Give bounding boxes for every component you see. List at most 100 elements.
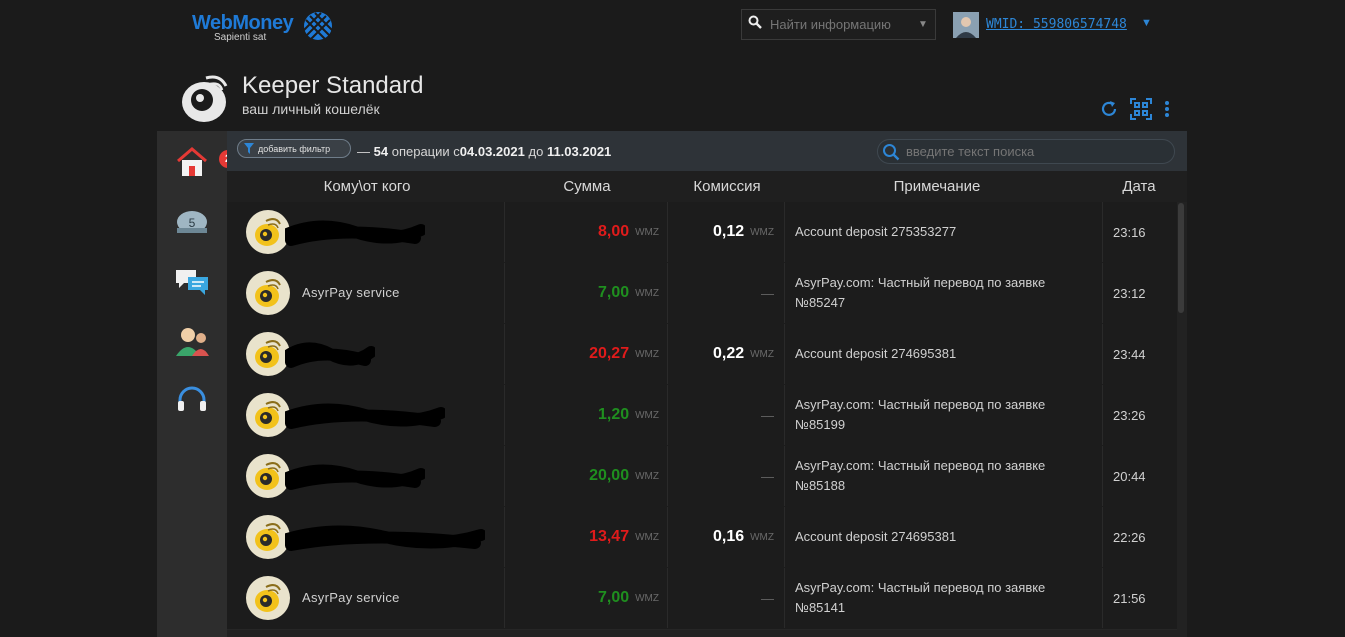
redacted-name <box>285 525 485 551</box>
fee-dash: — <box>761 285 774 301</box>
note-text: Account deposit 275353277 <box>795 224 957 239</box>
page-title: Keeper Standard <box>242 72 424 99</box>
filter-bar: добавить фильтр — 54 операции с04.03.202… <box>227 131 1187 171</box>
sidebar-item-support[interactable] <box>174 381 210 417</box>
search-icon <box>742 15 768 34</box>
chevron-down-icon[interactable]: ▼ <box>918 19 928 30</box>
redacted-name <box>285 464 425 490</box>
wmid-link[interactable]: WMID: 559806574748 <box>986 17 1127 32</box>
amount-currency: WMZ <box>635 531 659 543</box>
operations-word: операции <box>391 144 450 159</box>
summary-dash: — <box>357 144 370 159</box>
note-text: Account deposit 274695381 <box>795 346 957 361</box>
col-party[interactable]: Кому\от кого <box>307 178 427 195</box>
brand-tagline: Sapienti sat <box>214 32 267 43</box>
note-text: AsyrPay.com: Частный перевод по заявке №… <box>795 458 1046 493</box>
amount-currency: WMZ <box>635 592 659 604</box>
global-search[interactable]: ▼ <box>741 9 936 40</box>
table-row[interactable]: 1,20 WMZ — AsyrPay.com: Частный перевод по … <box>227 385 1177 447</box>
qr-code-icon[interactable] <box>1130 98 1152 125</box>
table-row[interactable]: AsyrPay service 7,00 WMZ — AsyrPay.com: Част… <box>227 263 1177 325</box>
search-icon <box>883 143 900 160</box>
table-row[interactable]: 20,27 WMZ 0,22 WMZ Account deposit 274695381… <box>227 324 1177 386</box>
refresh-icon[interactable] <box>1100 100 1118 123</box>
operations-search-input[interactable] <box>904 143 1158 160</box>
filter-icon <box>244 143 254 154</box>
table-row[interactable]: AsyrPay service 7,00 WMZ — AsyrPay.com: Част… <box>227 568 1177 630</box>
page-subtitle: ваш личный кошелёк <box>242 101 380 117</box>
calendar-number: 5 <box>189 216 196 230</box>
fee-currency: WMZ <box>750 531 774 543</box>
sidebar-item-messages[interactable] <box>174 264 210 300</box>
note-text: AsyrPay.com: Частный перевод по заявке №… <box>795 397 1046 432</box>
time-text: 23:16 <box>1113 224 1146 240</box>
col-fee[interactable]: Комиссия <box>677 178 777 195</box>
operations-search[interactable] <box>877 139 1175 164</box>
note-text: Account deposit 274695381 <box>795 529 957 544</box>
add-filter-button[interactable]: добавить фильтр <box>237 139 351 158</box>
amount-value: 7,00 <box>597 284 630 301</box>
date-from[interactable]: 04.03.2021 <box>460 144 525 159</box>
fee-value: 0,22 <box>712 345 745 362</box>
wallet-avatar-icon[interactable] <box>246 454 290 498</box>
account-menu-chevron-icon[interactable]: ▼ <box>1141 17 1152 29</box>
table-row[interactable]: 13,47 WMZ 0,16 WMZ Account deposit 274695381… <box>227 507 1177 569</box>
note-text: AsyrPay.com: Частный перевод по заявке №… <box>795 275 1046 310</box>
home-icon <box>177 147 207 176</box>
fee-currency: WMZ <box>750 226 774 238</box>
col-note[interactable]: Примечание <box>877 178 997 195</box>
amount-value: 1,20 <box>597 406 630 423</box>
wallet-avatar-icon[interactable] <box>246 332 290 376</box>
time-text: 22:26 <box>1113 529 1146 545</box>
fee-dash: — <box>761 590 774 606</box>
table-row[interactable]: 8,00 WMZ 0,12 WMZ Account deposit 275353277 2… <box>227 202 1177 264</box>
scrollbar[interactable] <box>1178 203 1184 313</box>
wallet-avatar-icon[interactable] <box>246 393 290 437</box>
amount-currency: WMZ <box>635 226 659 238</box>
amount-value: 7,00 <box>597 589 630 606</box>
table-header: Кому\от кого Сумма Комиссия Примечание Д… <box>227 171 1187 202</box>
amount-value: 8,00 <box>597 223 630 240</box>
keeper-logo-icon <box>176 70 232 126</box>
sidebar-item-home[interactable]: 2 <box>174 144 237 180</box>
chat-icon <box>176 270 208 295</box>
amount-value: 20,27 <box>589 345 630 362</box>
fee-currency: WMZ <box>750 348 774 360</box>
to-word: до <box>528 144 544 159</box>
keeper-panel: 2 5 <box>157 131 1187 637</box>
wallet-avatar-icon[interactable] <box>246 576 290 620</box>
calendar-icon: 5 <box>177 211 207 233</box>
operations-list: 8,00 WMZ 0,12 WMZ Account deposit 275353277 2… <box>227 202 1187 637</box>
headphones-icon <box>178 386 206 411</box>
amount-currency: WMZ <box>635 348 659 360</box>
add-filter-label: добавить фильтр <box>258 143 331 154</box>
amount-value: 13,47 <box>589 528 630 545</box>
date-to[interactable]: 11.03.2021 <box>547 144 611 159</box>
operations-count: 54 <box>373 144 389 159</box>
user-avatar[interactable] <box>953 12 979 38</box>
redacted-name <box>285 403 445 429</box>
amount-currency: WMZ <box>635 409 659 421</box>
amount-currency: WMZ <box>635 470 659 482</box>
fee-dash: — <box>761 468 774 484</box>
wallet-avatar-icon[interactable] <box>246 271 290 315</box>
amount-value: 20,00 <box>589 467 630 484</box>
sidebar-item-calendar[interactable]: 5 <box>174 203 210 239</box>
fee-value: 0,12 <box>712 223 745 240</box>
time-text: 23:12 <box>1113 285 1146 301</box>
note-text: AsyrPay.com: Частный перевод по заявке №… <box>795 580 1046 615</box>
wallet-avatar-icon[interactable] <box>246 515 290 559</box>
party-name: AsyrPay service <box>302 590 400 605</box>
operations-summary: — 54 операции с04.03.2021 до 11.03.2021 <box>357 144 611 159</box>
amount-currency: WMZ <box>635 287 659 299</box>
time-text: 23:26 <box>1113 407 1146 423</box>
col-amount[interactable]: Сумма <box>547 178 627 195</box>
webmoney-logo[interactable]: WebMoney Sapienti sat <box>192 10 337 46</box>
table-row[interactable]: 20,00 WMZ — AsyrPay.com: Частный перевод по… <box>227 446 1177 508</box>
col-date[interactable]: Дата <box>1114 178 1164 195</box>
wallet-avatar-icon[interactable] <box>246 210 290 254</box>
global-search-input[interactable] <box>768 16 912 33</box>
sidebar-item-contacts[interactable] <box>174 323 210 359</box>
more-vertical-icon[interactable] <box>1164 100 1170 123</box>
time-text: 21:56 <box>1113 590 1146 606</box>
